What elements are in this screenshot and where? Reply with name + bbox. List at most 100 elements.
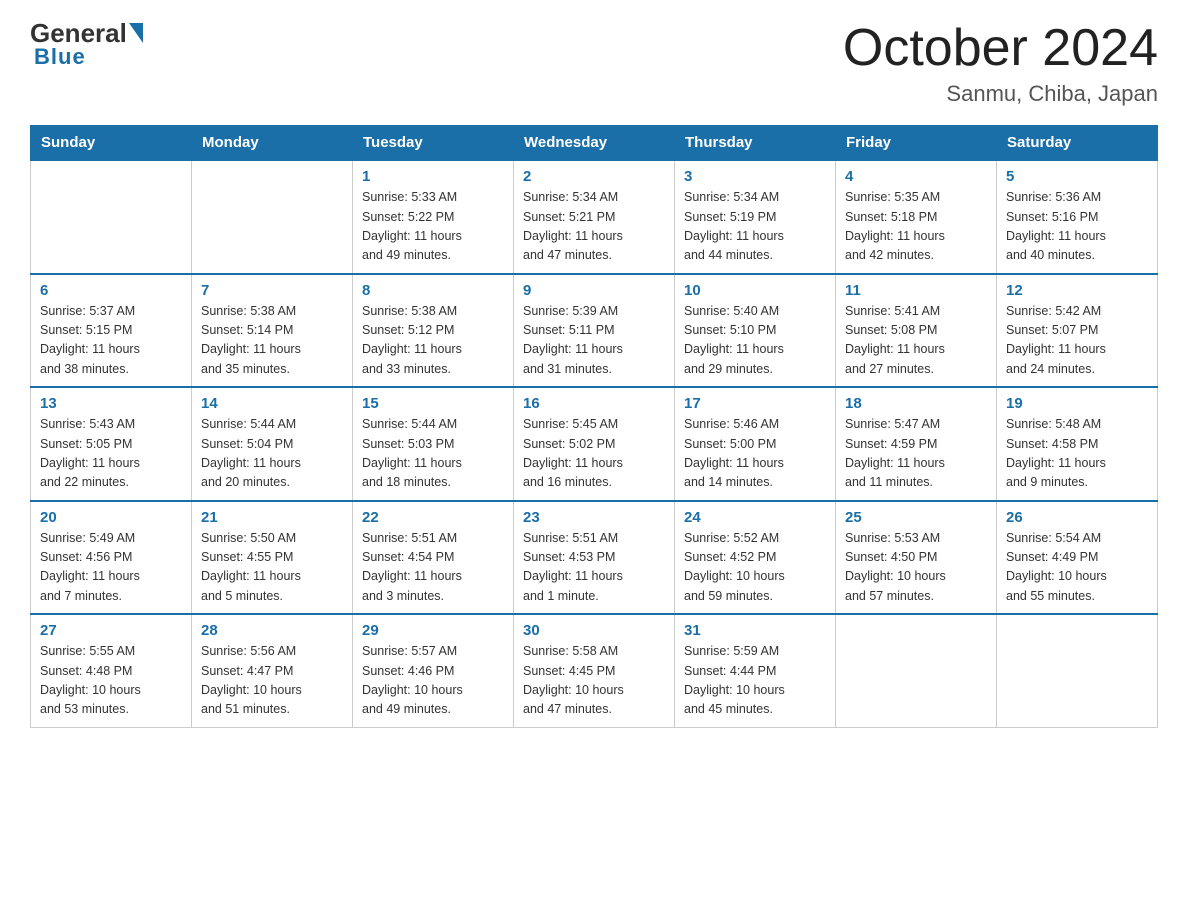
calendar-cell: 16Sunrise: 5:45 AMSunset: 5:02 PMDayligh… (514, 387, 675, 501)
calendar-cell: 27 Sunrise: 5:55 AMSunset: 4:48 PMDayligh… (31, 614, 192, 727)
day-info: Sunrise: 5:44 AMSunset: 5:03 PMDaylight:… (362, 415, 504, 493)
calendar-week-row: 13Sunrise: 5:43 AMSunset: 5:05 PMDayligh… (31, 387, 1158, 501)
day-of-week-header: Friday (836, 126, 997, 161)
day-of-week-header: Wednesday (514, 126, 675, 161)
day-info: Sunrise: 5:53 AMSunset: 4:50 PMDaylight:… (845, 529, 987, 607)
calendar-cell: 3Sunrise: 5:34 AMSunset: 5:19 PMDaylight… (675, 160, 836, 274)
day-number: 5 (1006, 168, 1148, 185)
day-info: Sunrise: 5:51 AMSunset: 4:53 PMDaylight:… (523, 529, 665, 607)
day-number: 28 (201, 622, 343, 639)
day-info: Sunrise: 5:57 AMSunset: 4:46 PMDaylight:… (362, 642, 504, 720)
calendar-cell (31, 160, 192, 274)
day-number: 19 (1006, 395, 1148, 412)
main-title: October 2024 (843, 20, 1158, 77)
day-number: 26 (1006, 509, 1148, 526)
day-info: Sunrise: 5:48 AMSunset: 4:58 PMDaylight:… (1006, 415, 1148, 493)
calendar-cell: 30 Sunrise: 5:58 AMSunset: 4:45 PMDayligh… (514, 614, 675, 727)
title-block: October 2024 Sanmu, Chiba, Japan (843, 20, 1158, 107)
day-number: 11 (845, 282, 987, 299)
day-number: 17 (684, 395, 826, 412)
day-info: Sunrise: 5:49 AMSunset: 4:56 PMDaylight:… (40, 529, 182, 607)
logo-general-text: General (30, 20, 127, 46)
day-number: 22 (362, 509, 504, 526)
day-info: Sunrise: 5:36 AMSunset: 5:16 PMDaylight:… (1006, 188, 1148, 266)
calendar-cell: 21 Sunrise: 5:50 AMSunset: 4:55 PMDayligh… (192, 501, 353, 615)
calendar-cell: 28 Sunrise: 5:56 AMSunset: 4:47 PMDayligh… (192, 614, 353, 727)
day-of-week-header: Tuesday (353, 126, 514, 161)
day-number: 31 (684, 622, 826, 639)
day-info: Sunrise: 5:39 AMSunset: 5:11 PMDaylight:… (523, 302, 665, 380)
calendar-cell: 15 Sunrise: 5:44 AMSunset: 5:03 PMDayligh… (353, 387, 514, 501)
logo: General Blue (30, 20, 143, 70)
calendar-week-row: 1Sunrise: 5:33 AMSunset: 5:22 PMDaylight… (31, 160, 1158, 274)
calendar-cell: 5 Sunrise: 5:36 AMSunset: 5:16 PMDaylight… (997, 160, 1158, 274)
logo-blue-text: Blue (34, 44, 86, 70)
calendar-cell: 31 Sunrise: 5:59 AMSunset: 4:44 PMDayligh… (675, 614, 836, 727)
calendar-cell: 22 Sunrise: 5:51 AMSunset: 4:54 PMDayligh… (353, 501, 514, 615)
calendar-cell: 26 Sunrise: 5:54 AMSunset: 4:49 PMDayligh… (997, 501, 1158, 615)
calendar-cell: 10 Sunrise: 5:40 AMSunset: 5:10 PMDayligh… (675, 274, 836, 388)
calendar-cell (192, 160, 353, 274)
day-info: Sunrise: 5:56 AMSunset: 4:47 PMDaylight:… (201, 642, 343, 720)
calendar-cell: 20 Sunrise: 5:49 AMSunset: 4:56 PMDayligh… (31, 501, 192, 615)
calendar-cell: 2 Sunrise: 5:34 AMSunset: 5:21 PMDaylight… (514, 160, 675, 274)
day-info: Sunrise: 5:52 AMSunset: 4:52 PMDaylight:… (684, 529, 826, 607)
day-number: 9 (523, 282, 665, 299)
day-number: 1 (362, 168, 504, 185)
day-info: Sunrise: 5:45 AMSunset: 5:02 PMDaylight:… (523, 415, 665, 493)
calendar-cell: 18Sunrise: 5:47 AMSunset: 4:59 PMDayligh… (836, 387, 997, 501)
calendar-cell: 8Sunrise: 5:38 AMSunset: 5:12 PMDaylight… (353, 274, 514, 388)
day-number: 27 (40, 622, 182, 639)
day-number: 3 (684, 168, 826, 185)
day-info: Sunrise: 5:41 AMSunset: 5:08 PMDaylight:… (845, 302, 987, 380)
calendar-cell: 25 Sunrise: 5:53 AMSunset: 4:50 PMDayligh… (836, 501, 997, 615)
day-info: Sunrise: 5:50 AMSunset: 4:55 PMDaylight:… (201, 529, 343, 607)
day-of-week-header: Thursday (675, 126, 836, 161)
day-number: 4 (845, 168, 987, 185)
day-number: 15 (362, 395, 504, 412)
day-info: Sunrise: 5:38 AMSunset: 5:12 PMDaylight:… (362, 302, 504, 380)
calendar-cell (997, 614, 1158, 727)
calendar-table: SundayMondayTuesdayWednesdayThursdayFrid… (30, 125, 1158, 728)
calendar-cell: 9 Sunrise: 5:39 AMSunset: 5:11 PMDaylight… (514, 274, 675, 388)
day-number: 25 (845, 509, 987, 526)
day-number: 30 (523, 622, 665, 639)
subtitle: Sanmu, Chiba, Japan (843, 81, 1158, 107)
day-info: Sunrise: 5:38 AMSunset: 5:14 PMDaylight:… (201, 302, 343, 380)
day-number: 21 (201, 509, 343, 526)
day-info: Sunrise: 5:44 AMSunset: 5:04 PMDaylight:… (201, 415, 343, 493)
day-number: 29 (362, 622, 504, 639)
calendar-cell (836, 614, 997, 727)
day-info: Sunrise: 5:35 AMSunset: 5:18 PMDaylight:… (845, 188, 987, 266)
day-number: 6 (40, 282, 182, 299)
calendar-cell: 23 Sunrise: 5:51 AMSunset: 4:53 PMDayligh… (514, 501, 675, 615)
calendar-week-row: 20 Sunrise: 5:49 AMSunset: 4:56 PMDayligh… (31, 501, 1158, 615)
day-number: 2 (523, 168, 665, 185)
day-info: Sunrise: 5:40 AMSunset: 5:10 PMDaylight:… (684, 302, 826, 380)
day-info: Sunrise: 5:51 AMSunset: 4:54 PMDaylight:… (362, 529, 504, 607)
calendar-cell: 7 Sunrise: 5:38 AMSunset: 5:14 PMDaylight… (192, 274, 353, 388)
day-number: 10 (684, 282, 826, 299)
calendar-week-row: 6Sunrise: 5:37 AMSunset: 5:15 PMDaylight… (31, 274, 1158, 388)
calendar-cell: 29 Sunrise: 5:57 AMSunset: 4:46 PMDayligh… (353, 614, 514, 727)
day-info: Sunrise: 5:55 AMSunset: 4:48 PMDaylight:… (40, 642, 182, 720)
day-info: Sunrise: 5:34 AMSunset: 5:21 PMDaylight:… (523, 188, 665, 266)
calendar-cell: 4 Sunrise: 5:35 AMSunset: 5:18 PMDaylight… (836, 160, 997, 274)
calendar-cell: 17Sunrise: 5:46 AMSunset: 5:00 PMDayligh… (675, 387, 836, 501)
day-info: Sunrise: 5:58 AMSunset: 4:45 PMDaylight:… (523, 642, 665, 720)
calendar-cell: 24Sunrise: 5:52 AMSunset: 4:52 PMDayligh… (675, 501, 836, 615)
calendar-header-row: SundayMondayTuesdayWednesdayThursdayFrid… (31, 126, 1158, 161)
calendar-cell: 6Sunrise: 5:37 AMSunset: 5:15 PMDaylight… (31, 274, 192, 388)
day-info: Sunrise: 5:42 AMSunset: 5:07 PMDaylight:… (1006, 302, 1148, 380)
calendar-cell: 1Sunrise: 5:33 AMSunset: 5:22 PMDaylight… (353, 160, 514, 274)
logo-triangle-icon (129, 23, 143, 43)
calendar-cell: 11 Sunrise: 5:41 AMSunset: 5:08 PMDayligh… (836, 274, 997, 388)
day-info: Sunrise: 5:54 AMSunset: 4:49 PMDaylight:… (1006, 529, 1148, 607)
calendar-cell: 13Sunrise: 5:43 AMSunset: 5:05 PMDayligh… (31, 387, 192, 501)
day-of-week-header: Sunday (31, 126, 192, 161)
day-number: 23 (523, 509, 665, 526)
day-number: 7 (201, 282, 343, 299)
day-info: Sunrise: 5:59 AMSunset: 4:44 PMDaylight:… (684, 642, 826, 720)
day-of-week-header: Saturday (997, 126, 1158, 161)
day-number: 20 (40, 509, 182, 526)
